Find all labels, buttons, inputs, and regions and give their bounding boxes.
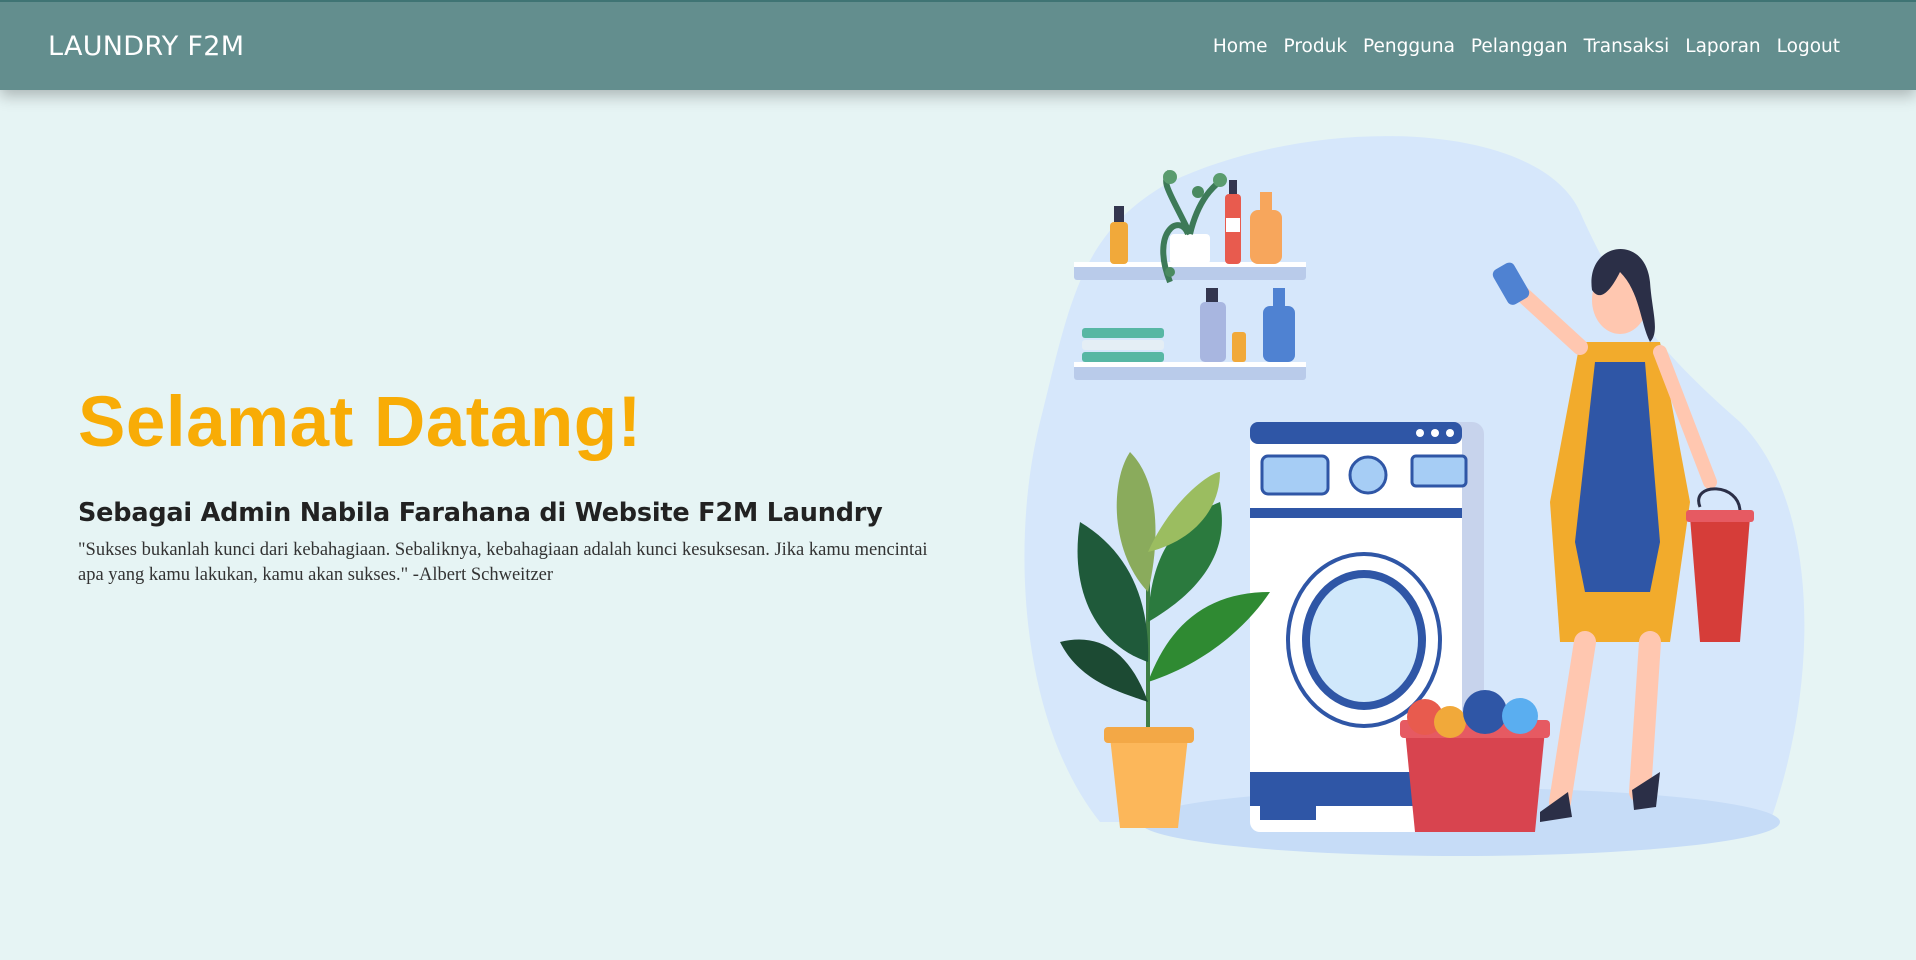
nav-link-produk[interactable]: Produk (1276, 36, 1356, 57)
nav-link-home[interactable]: Home (1205, 36, 1276, 57)
nav-links: Home Produk Pengguna Pelanggan Transaksi… (1205, 36, 1848, 57)
nav-link-transaksi[interactable]: Transaksi (1576, 36, 1678, 57)
laundry-illustration (1020, 122, 1820, 872)
navbar: LAUNDRY F2M Home Produk Pengguna Pelangg… (0, 0, 1916, 90)
laundry-woman-illustration-icon (1024, 136, 1805, 856)
hero-title: Selamat Datang! (78, 383, 642, 462)
brand-logo[interactable]: LAUNDRY F2M (48, 31, 244, 62)
nav-link-logout[interactable]: Logout (1769, 36, 1848, 57)
nav-link-laporan[interactable]: Laporan (1677, 36, 1768, 57)
hero-section: Selamat Datang! Sebagai Admin Nabila Far… (78, 383, 978, 588)
nav-link-pengguna[interactable]: Pengguna (1355, 36, 1463, 57)
hero-quote: "Sukses bukanlah kunci dari kebahagiaan.… (78, 540, 928, 586)
nav-link-pelanggan[interactable]: Pelanggan (1463, 36, 1576, 57)
hero-subtitle: Sebagai Admin Nabila Farahana di Website… (78, 498, 883, 529)
